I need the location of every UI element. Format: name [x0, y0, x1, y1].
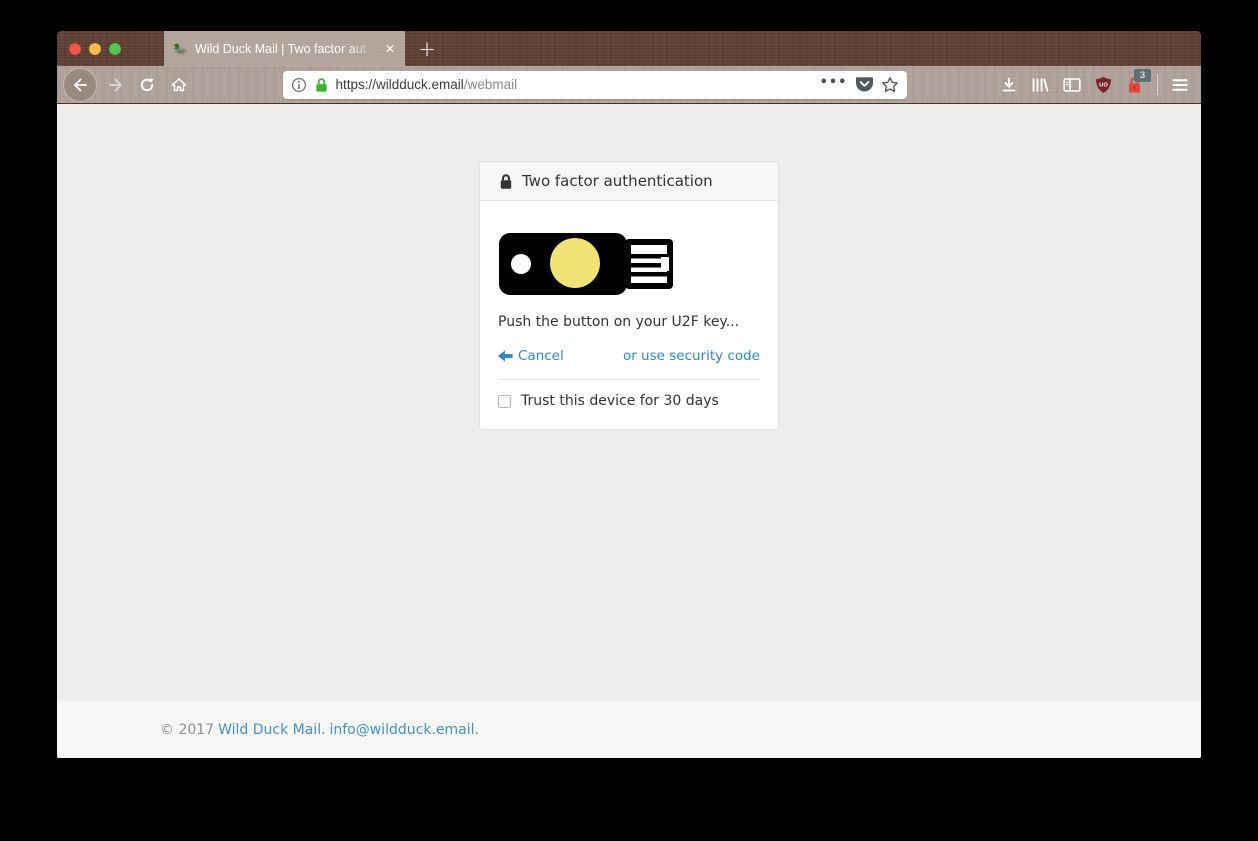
new-tab-button[interactable]: +	[410, 31, 444, 66]
back-button[interactable]	[63, 68, 97, 102]
back-arrow-blue-icon	[498, 350, 513, 362]
forward-arrow-icon	[108, 77, 124, 93]
hamburger-menu-icon	[1172, 78, 1188, 92]
cancel-link[interactable]: Cancel	[498, 348, 564, 364]
u2f-key-image	[498, 228, 678, 300]
page-info-icon[interactable]	[291, 77, 307, 93]
close-window-button[interactable]	[69, 43, 81, 55]
forward-button[interactable]	[101, 77, 131, 93]
navigation-toolbar: https://wildduck.email/webmail •••	[57, 66, 1201, 104]
back-arrow-icon	[72, 77, 88, 93]
browser-window: Wild Duck Mail | Two factor aut ✕ +	[57, 31, 1201, 758]
svg-text:UO: UO	[1099, 82, 1108, 88]
ublock-origin-button[interactable]: UO	[1095, 76, 1112, 94]
trust-device-row: Trust this device for 30 days	[498, 393, 760, 409]
url-text[interactable]: https://wildduck.email/webmail	[336, 77, 813, 92]
ublock-shield-icon: UO	[1095, 76, 1112, 94]
bookmark-star-icon[interactable]	[881, 76, 899, 94]
page-content: Two factor authentication Push the butto…	[57, 104, 1201, 701]
extension-lock-button[interactable]: 3	[1126, 76, 1143, 94]
card-title: Two factor authentication	[522, 172, 713, 190]
brand-link[interactable]: Wild Duck Mail.	[218, 722, 325, 738]
url-bar[interactable]: https://wildduck.email/webmail •••	[283, 71, 907, 99]
toolbar-divider	[1157, 74, 1158, 95]
tab-wild-duck-mail[interactable]: Wild Duck Mail | Two factor aut ✕	[164, 31, 405, 66]
tab-strip: Wild Duck Mail | Two factor aut ✕ +	[57, 31, 1201, 66]
secure-lock-icon[interactable]	[314, 77, 329, 93]
screenshot-root: { "chrome": { "tab": { "title": "Wild Du…	[0, 0, 1258, 841]
zoom-window-button[interactable]	[109, 43, 121, 55]
tab-title-fade	[348, 42, 376, 56]
minimize-window-button[interactable]	[89, 43, 101, 55]
downloads-button[interactable]	[1001, 77, 1017, 93]
use-security-code-link[interactable]: or use security code	[623, 348, 760, 364]
site-footer: © 2017 Wild Duck Mail. info@wildduck.ema…	[57, 701, 1201, 758]
copyright-text: © 2017	[160, 722, 214, 738]
trust-device-label[interactable]: Trust this device for 30 days	[521, 393, 719, 409]
action-links-row: Cancel or use security code	[498, 348, 760, 364]
menu-button[interactable]	[1172, 78, 1188, 92]
home-button[interactable]	[163, 77, 195, 93]
duck-favicon-icon	[172, 41, 188, 57]
card-body: Push the button on your U2F key... Cance…	[480, 201, 778, 429]
sidebar-icon	[1063, 77, 1081, 93]
page-actions-icon[interactable]: •••	[820, 75, 848, 94]
extension-badge: 3	[1134, 69, 1151, 82]
url-path: /webmail	[464, 77, 517, 92]
tab-title: Wild Duck Mail | Two factor aut	[195, 42, 376, 56]
tab-close-icon[interactable]: ✕	[383, 41, 397, 57]
pocket-save-icon[interactable]	[855, 76, 874, 93]
reload-icon	[139, 77, 155, 93]
home-icon	[171, 77, 187, 93]
reload-button[interactable]	[131, 77, 163, 93]
url-host: https://wildduck.email	[336, 77, 464, 92]
instruction-text: Push the button on your U2F key...	[498, 314, 760, 330]
library-icon	[1031, 77, 1049, 93]
card-header: Two factor authentication	[480, 162, 778, 201]
library-button[interactable]	[1031, 77, 1049, 93]
trust-device-checkbox[interactable]	[498, 395, 511, 408]
contact-email-link[interactable]: info@wildduck.email.	[330, 722, 479, 738]
sidebar-toggle-button[interactable]	[1063, 77, 1081, 93]
card-divider	[498, 379, 760, 380]
download-icon	[1001, 77, 1017, 93]
window-controls	[57, 31, 133, 66]
lock-icon	[498, 173, 514, 190]
two-factor-card: Two factor authentication Push the butto…	[479, 161, 779, 430]
cancel-label: Cancel	[518, 348, 564, 364]
